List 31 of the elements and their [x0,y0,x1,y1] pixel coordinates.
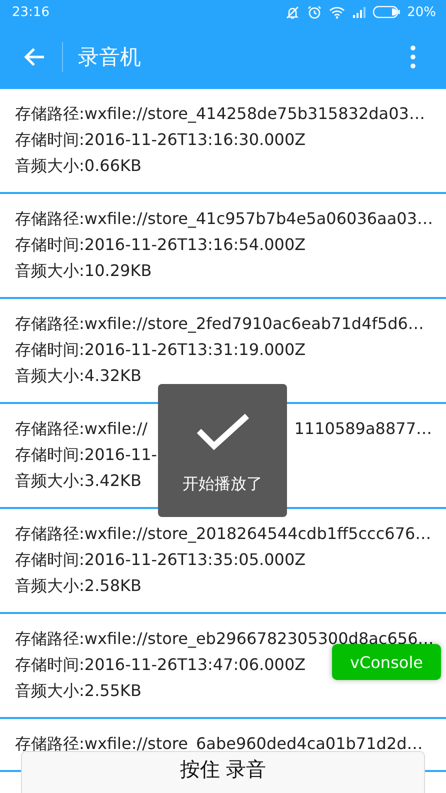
audio-size: 音频大小:3.42KB [15,470,142,492]
audio-size: 音频大小:4.32KB [15,365,142,387]
more-vertical-icon [410,44,416,68]
battery-percent: 20% [407,4,436,20]
storage-time-fragment: 存储时间:2016-11- [15,444,158,466]
battery-icon [373,6,400,18]
storage-time: 存储时间:2016-11-26T13:47:06.000Z [15,654,306,676]
hold-to-record-button[interactable]: 按住 录音 [21,751,425,793]
audio-size: 音频大小:0.66KB [15,155,142,177]
storage-time: 存储时间:2016-11-26T13:35:05.000Z [15,549,306,571]
storage-path: 存储路径:wxfile://store_414258de75b315832da03… [15,103,425,125]
storage-time: 存储时间:2016-11-26T13:16:54.000Z [15,234,306,256]
storage-time: 存储时间:2016-11-26T13:16:30.000Z [15,129,306,151]
audio-size: 音频大小:10.29KB [15,260,152,282]
page-title: 录音机 [78,44,142,70]
audio-size: 音频大小:2.55KB [15,680,142,702]
alarm-clock-icon [307,4,322,20]
storage-path-fragment: 1110589a8877… [294,418,432,440]
bell-muted-icon [285,4,300,20]
storage-time: 存储时间:2016-11-26T13:31:19.000Z [15,339,306,361]
audio-size: 音频大小:2.58KB [15,575,142,597]
storage-path-fragment: 存储路径:wxfile:// [15,418,148,440]
checkmark-icon [194,412,250,452]
storage-path: 存储路径:wxfile://store_41c957b7b4e5a06036aa03… [15,208,434,230]
clock-time: 23:16 [12,4,50,20]
toast-message: 开始播放了 [182,474,262,495]
back-arrow-icon [23,46,45,66]
storage-path: 存储路径:wxfile://store_2018264544cdb1ff5ccc676… [15,523,432,545]
signal-icon [352,6,366,18]
wifi-icon [329,6,346,18]
storage-path: 存储路径:wxfile://store_2fed7910ac6eab71d4f5d6… [15,313,424,335]
